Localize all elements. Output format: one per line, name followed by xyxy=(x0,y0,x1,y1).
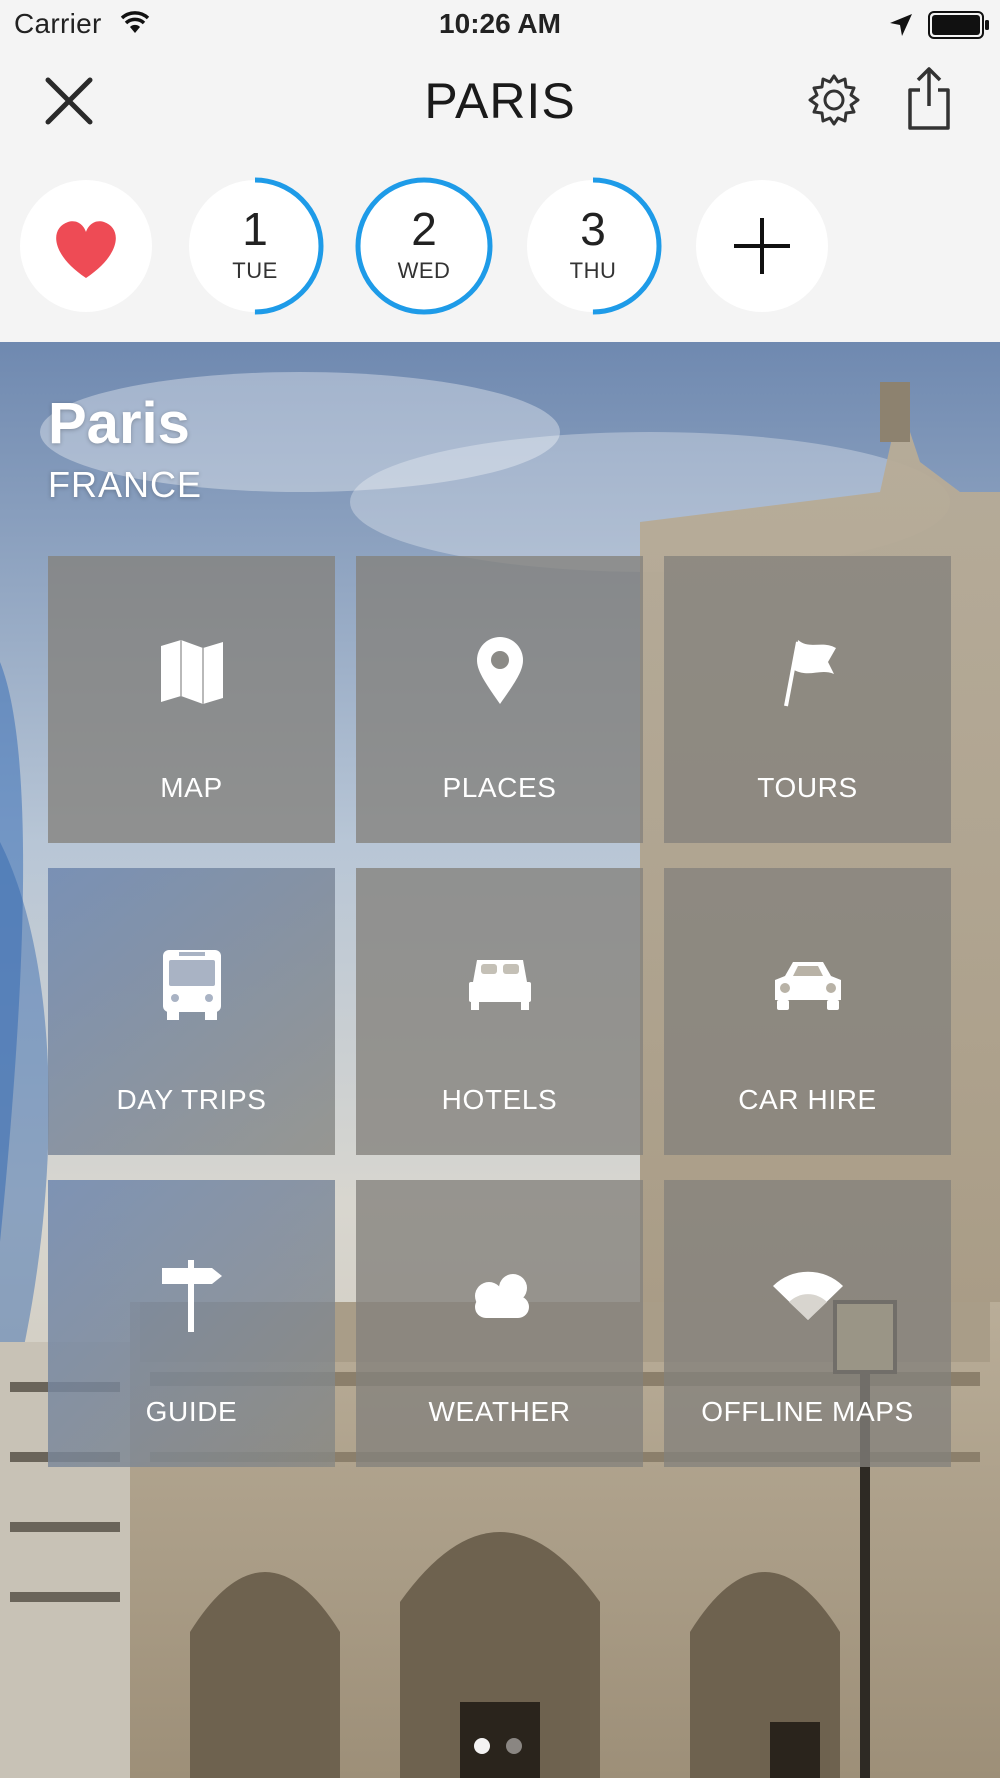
day-3-button[interactable]: 3 THU xyxy=(524,177,662,315)
car-icon xyxy=(774,962,841,1010)
tile-guide[interactable]: GUIDE xyxy=(48,1180,335,1467)
tile-map[interactable]: MAP xyxy=(48,556,335,843)
day-number: 2 xyxy=(411,203,437,255)
cloud-icon xyxy=(474,1274,529,1318)
battery-icon xyxy=(928,11,990,46)
tile-label: MAP xyxy=(160,772,223,803)
wifi-signal-icon xyxy=(772,1271,843,1320)
tile-places[interactable]: PLACES xyxy=(356,556,643,843)
status-bar: Carrier 10:26 AM xyxy=(0,0,1000,50)
city-hero: Paris FRANCE MAP PLACES TOURS DAY TRIPS … xyxy=(0,342,1000,1778)
tile-car-hire[interactable]: CAR HIRE xyxy=(664,868,951,1155)
tile-offline-maps[interactable]: OFFLINE MAPS xyxy=(664,1180,951,1467)
favorites-button[interactable] xyxy=(20,180,152,312)
day-selector: 1 TUE 2 WED 3 THU xyxy=(0,150,1000,342)
flag-icon xyxy=(783,640,836,707)
day-number: 3 xyxy=(580,203,606,255)
page-dot[interactable] xyxy=(474,1738,490,1754)
heart-icon xyxy=(56,221,116,278)
day-weekday: WED xyxy=(397,258,451,283)
gear-icon xyxy=(808,74,860,126)
add-day-button[interactable] xyxy=(696,180,828,312)
nav-bar: PARIS xyxy=(0,50,1000,150)
clock-label: 10:26 AM xyxy=(439,8,561,39)
tile-tours[interactable]: TOURS xyxy=(664,556,951,843)
bed-icon xyxy=(468,960,531,1010)
settings-button[interactable] xyxy=(804,70,864,130)
tile-label: DAY TRIPS xyxy=(116,1084,267,1115)
tile-label: WEATHER xyxy=(428,1396,571,1427)
tile-weather[interactable]: WEATHER xyxy=(356,1180,643,1467)
map-icon xyxy=(160,640,223,704)
tile-day-trips[interactable]: DAY TRIPS xyxy=(48,868,335,1155)
day-weekday: TUE xyxy=(232,258,278,283)
day-weekday: THU xyxy=(569,258,617,283)
bus-icon xyxy=(162,950,221,1020)
country-name: FRANCE xyxy=(48,464,203,505)
share-button[interactable] xyxy=(904,66,954,132)
share-icon xyxy=(908,67,950,130)
location-arrow-icon xyxy=(888,12,914,45)
tile-label: HOTELS xyxy=(441,1084,558,1115)
signpost-icon xyxy=(161,1260,222,1332)
tile-label: PLACES xyxy=(442,772,557,803)
tile-label: OFFLINE MAPS xyxy=(701,1396,914,1427)
tile-hotels[interactable]: HOTELS xyxy=(356,868,643,1155)
tile-label: TOURS xyxy=(757,772,858,803)
page-indicator[interactable] xyxy=(470,1738,530,1758)
day-1-button[interactable]: 1 TUE xyxy=(186,177,324,315)
city-name: Paris xyxy=(48,391,190,456)
plus-icon xyxy=(734,218,790,274)
page-dot[interactable] xyxy=(506,1738,522,1754)
day-2-button[interactable]: 2 WED xyxy=(355,177,493,315)
location-pin-icon xyxy=(476,637,523,704)
tile-label: CAR HIRE xyxy=(738,1084,877,1115)
day-number: 1 xyxy=(242,203,268,255)
tile-label: GUIDE xyxy=(145,1396,238,1427)
